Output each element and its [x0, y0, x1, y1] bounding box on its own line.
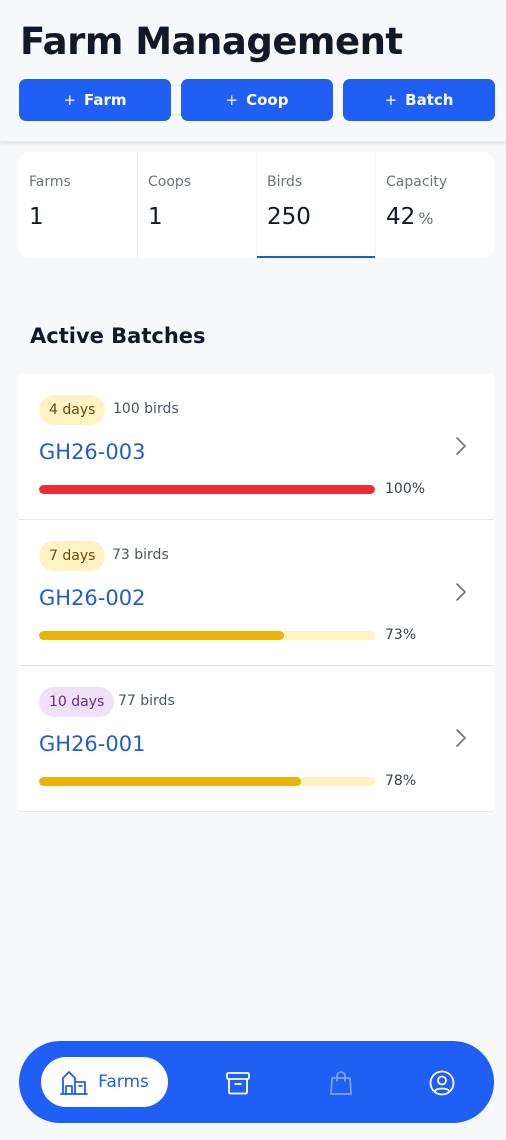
stat-coops[interactable]: Coops 1	[138, 152, 257, 258]
stat-label: Capacity	[386, 174, 448, 190]
add-batch-label: Batch	[405, 91, 454, 109]
bird-count: 100 birds	[113, 401, 179, 417]
progress-track	[39, 631, 375, 640]
progress-track	[39, 485, 375, 494]
batch-item[interactable]: 4 days 100 birds GH26-003 100%	[19, 374, 494, 520]
batch-item[interactable]: 7 days 73 birds GH26-002 73%	[19, 520, 494, 666]
stat-farms[interactable]: Farms 1	[19, 152, 138, 258]
add-farm-label: Farm	[84, 91, 127, 109]
add-farm-button[interactable]: + Farm	[19, 79, 171, 121]
bottom-nav: Farms	[19, 1041, 494, 1123]
bird-count: 73 birds	[112, 547, 169, 563]
user-circle-icon[interactable]	[428, 1069, 456, 1097]
nav-item-farms[interactable]: Farms	[41, 1057, 168, 1107]
nav-label-farms: Farms	[98, 1072, 149, 1092]
stat-birds[interactable]: Birds 250	[257, 152, 376, 258]
batch-code: GH26-001	[39, 732, 146, 756]
add-coop-label: Coop	[246, 91, 289, 109]
progress-percent: 78%	[385, 773, 417, 789]
bird-count: 77 birds	[118, 693, 175, 709]
add-coop-button[interactable]: + Coop	[181, 79, 333, 121]
progress-percent: 100%	[385, 481, 426, 497]
stat-value: 1	[29, 204, 44, 230]
chevron-right-icon	[456, 583, 466, 601]
page-header: Farm Management + Farm + Coop + Batch	[0, 0, 506, 142]
chevron-right-icon	[456, 729, 466, 747]
age-badge: 4 days	[39, 395, 106, 425]
stat-label: Farms	[29, 174, 71, 190]
shopping-bag-icon[interactable]	[327, 1069, 355, 1097]
age-badge: 7 days	[39, 541, 106, 571]
stat-label: Birds	[267, 174, 303, 190]
archive-box-icon[interactable]	[224, 1069, 252, 1097]
progress-fill	[39, 631, 285, 640]
farm-icon	[60, 1071, 89, 1095]
section-title: Active Batches	[30, 324, 206, 348]
quick-actions: + Farm + Coop + Batch	[19, 79, 495, 121]
batch-list: 4 days 100 birds GH26-003 100% 7 days 73…	[19, 374, 494, 812]
stat-capacity[interactable]: Capacity 42%	[376, 152, 494, 258]
plus-icon: +	[225, 91, 239, 109]
progress-fill	[39, 485, 375, 494]
age-badge: 10 days	[39, 687, 115, 717]
progress-track	[39, 777, 375, 786]
page-title: Farm Management	[20, 20, 403, 63]
stat-label: Coops	[148, 174, 192, 190]
chevron-right-icon	[456, 437, 466, 455]
progress-fill	[39, 777, 302, 786]
batch-item[interactable]: 10 days 77 birds GH26-001 78%	[19, 666, 494, 812]
progress-percent: 73%	[385, 627, 417, 643]
stat-value: 42	[386, 204, 416, 230]
batch-code: GH26-003	[39, 440, 146, 464]
add-batch-button[interactable]: + Batch	[343, 79, 495, 121]
stats-panel: Farms 1 Coops 1 Birds 250 Capacity 42%	[19, 152, 494, 258]
plus-icon: +	[63, 91, 77, 109]
stat-unit: %	[418, 209, 434, 228]
stat-value: 250	[267, 204, 311, 230]
stat-value-wrap: 42%	[386, 204, 494, 230]
batch-code: GH26-002	[39, 586, 146, 610]
stat-value: 1	[148, 204, 163, 230]
plus-icon: +	[384, 91, 398, 109]
